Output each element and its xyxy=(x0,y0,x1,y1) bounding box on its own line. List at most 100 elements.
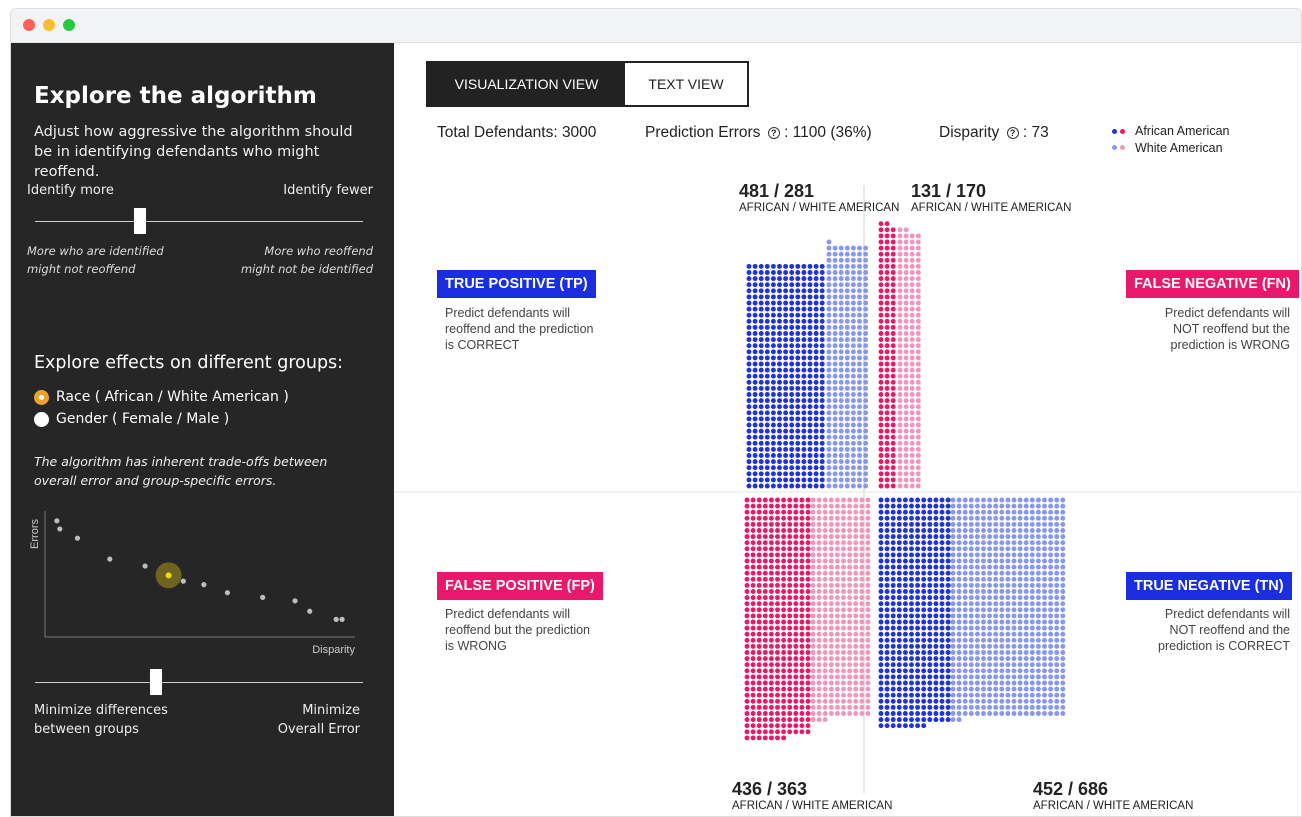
gender-option[interactable]: Gender ( Female / Male ) xyxy=(34,411,229,427)
threshold-slider-track[interactable] xyxy=(35,221,363,222)
tp-african-dots-dot xyxy=(746,361,752,367)
tradeoff-point-selected[interactable] xyxy=(165,572,172,579)
fn-white-dots-dot xyxy=(909,337,915,343)
tp-african-dots-dot xyxy=(789,416,795,422)
tn-white-dots-dot xyxy=(999,631,1005,637)
fn-white-dots-dot xyxy=(909,300,915,306)
fp-african-dots-dot xyxy=(756,503,762,509)
tn-african-dots-dot xyxy=(909,576,914,582)
tradeoff-point[interactable] xyxy=(292,598,298,604)
fp-white-dots-dot xyxy=(816,607,822,613)
tp-white-dots-dot xyxy=(838,337,844,343)
tp-african-dots-dot xyxy=(789,355,795,361)
fp-african-dots-dot xyxy=(793,637,799,643)
tp-african-dots-dot xyxy=(746,453,752,458)
tp-african-dots-dot xyxy=(758,373,764,379)
fp-african-dots-dot xyxy=(744,698,750,704)
fp-african-dots-dot xyxy=(762,570,768,576)
tradeoff-point[interactable] xyxy=(180,578,186,584)
tn-white-dots-dot xyxy=(962,558,968,564)
fn-white-dots-dot xyxy=(897,324,903,330)
tradeoff-scatter-chart[interactable]: Errors Disparity xyxy=(29,505,359,665)
fp-white-dots-dot xyxy=(865,595,871,601)
tp-african-dots-dot xyxy=(783,324,789,330)
fp-african-dots-dot xyxy=(750,680,756,686)
tradeoff-point[interactable] xyxy=(107,556,113,562)
balance-slider-handle[interactable] xyxy=(150,669,163,695)
tn-african-dots-dot xyxy=(945,619,951,625)
fp-white-dots-dot xyxy=(810,692,816,698)
tradeoff-point[interactable] xyxy=(339,616,345,622)
balance-slider-track[interactable] xyxy=(35,682,363,683)
tn-white-dots-dot xyxy=(993,619,999,625)
fp-white-dots-dot xyxy=(853,589,859,594)
radio-selected-icon[interactable] xyxy=(34,389,49,405)
tp-african-dots-dot xyxy=(801,270,807,275)
tp-african-dots-dot xyxy=(758,422,764,428)
tn-white-dots-dot xyxy=(1042,704,1047,710)
fp-white-dots-dot xyxy=(816,686,822,692)
fp-african-dots-dot xyxy=(775,643,780,649)
fp-white-dots xyxy=(810,497,871,723)
tn-african-dots-dot xyxy=(945,570,951,576)
fp-african-dots-dot xyxy=(768,680,774,686)
fp-african-dots-dot xyxy=(775,711,780,716)
tradeoff-point[interactable] xyxy=(333,616,339,622)
tradeoff-point[interactable] xyxy=(57,526,63,532)
tn-white-dots-dot xyxy=(993,540,999,546)
fp-african-dots-dot xyxy=(744,589,750,594)
tn-african-dots-dot xyxy=(890,595,896,601)
fp-white-dots-dot xyxy=(847,625,853,631)
tradeoff-point[interactable] xyxy=(224,590,230,596)
tp-white-dots-dot xyxy=(844,349,850,355)
tn-white-dots-dot xyxy=(999,515,1005,521)
tn-white-dots-dot xyxy=(974,589,980,594)
fn-white-dots-dot xyxy=(909,318,915,324)
tradeoff-point[interactable] xyxy=(260,594,266,600)
tp-african-dots-dot xyxy=(795,459,801,465)
tn-white-dots-dot xyxy=(956,521,962,527)
tn-african-dots-dot xyxy=(884,698,890,704)
tradeoff-point[interactable] xyxy=(307,608,313,614)
tradeoff-point[interactable] xyxy=(201,582,207,588)
fp-white-dots-dot xyxy=(828,528,834,533)
tp-african-dots-dot xyxy=(819,288,825,294)
fn-white-dots-dot xyxy=(909,404,915,410)
tn-african-dots-dot xyxy=(933,704,939,710)
tradeoff-point[interactable] xyxy=(54,518,60,524)
tradeoff-points[interactable] xyxy=(54,518,345,622)
fp-african-dots-dot xyxy=(793,595,799,601)
fp-african-dots-dot xyxy=(756,711,762,716)
close-window-icon[interactable] xyxy=(23,19,35,31)
tradeoff-point[interactable] xyxy=(142,563,148,569)
fn-african-dots-dot xyxy=(884,465,890,471)
false-positive-badge: FALSE POSITIVE (FP) xyxy=(437,572,603,600)
tn-white-dots-dot xyxy=(1017,515,1023,521)
tn-white-dots-dot xyxy=(1035,656,1041,662)
maximize-window-icon[interactable] xyxy=(63,19,75,31)
tp-african-dots-dot xyxy=(801,361,807,367)
fp-african-dots-dot xyxy=(756,509,762,515)
threshold-slider-handle[interactable] xyxy=(133,208,146,234)
race-option-label: Race ( African / White American ) xyxy=(56,389,289,405)
tn-white-dots-dot xyxy=(987,589,993,594)
tn-african-dots-dot xyxy=(927,619,933,625)
fp-white-dots-dot xyxy=(847,656,853,662)
fn-african-dots-dot xyxy=(878,251,884,257)
minimize-window-icon[interactable] xyxy=(43,19,55,31)
tp-white-dots-dot xyxy=(826,361,832,367)
fp-white-dots-dot xyxy=(810,576,816,582)
fn-african-dots-dot xyxy=(890,245,896,251)
tn-white-dots-dot xyxy=(1011,686,1017,692)
race-option[interactable]: Race ( African / White American ) xyxy=(34,389,289,405)
tn-white-dots-dot xyxy=(968,692,974,698)
tn-white-dots-dot xyxy=(987,662,993,668)
tn-african-dots-dot xyxy=(945,601,951,607)
radio-unselected-icon[interactable] xyxy=(34,411,49,427)
tn-white-dots-dot xyxy=(1029,589,1035,594)
tn-white-dots-dot xyxy=(1060,540,1066,546)
fp-african-dots-dot xyxy=(793,589,799,594)
fp-african-dots-dot xyxy=(756,619,762,625)
tp-white-dots-dot xyxy=(826,471,832,477)
tradeoff-point[interactable] xyxy=(74,535,81,541)
